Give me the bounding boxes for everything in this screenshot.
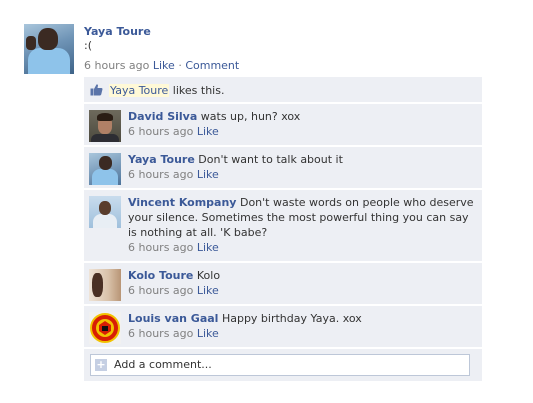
post-like-link[interactable]: Like — [153, 59, 175, 72]
comment-item: Vincent Kompany Don't waste words on peo… — [84, 190, 482, 261]
comment-timestamp: 6 hours ago — [128, 168, 194, 181]
comment-meta: 6 hours ago Like — [128, 167, 476, 182]
comment-text: Kolo — [196, 269, 221, 282]
commenter-avatar[interactable] — [89, 269, 121, 301]
comment-meta: 6 hours ago Like — [128, 326, 476, 341]
post-author-name[interactable]: Yaya Toure — [84, 25, 151, 38]
commenter-avatar[interactable] — [89, 110, 121, 142]
comment-text: Happy birthday Yaya. xox — [221, 312, 362, 325]
comment-text: wats up, hun? xox — [200, 110, 301, 123]
add-icon: + — [95, 358, 107, 371]
comment-like-link[interactable]: Like — [197, 327, 219, 340]
add-comment-placeholder: Add a comment... — [114, 358, 212, 371]
add-comment-row: + Add a comment... — [84, 349, 482, 381]
commenter-name-link[interactable]: David Silva — [128, 110, 197, 123]
commenter-name-link[interactable]: Vincent Kompany — [128, 196, 236, 209]
comments-section: Yaya Toure likes this. David Silva wats … — [84, 77, 482, 381]
comment-item: Louis van Gaal Happy birthday Yaya. xox … — [84, 306, 482, 347]
post-avatar[interactable] — [24, 24, 74, 74]
commenter-avatar[interactable] — [89, 153, 121, 185]
likes-row: Yaya Toure likes this. — [84, 77, 482, 102]
club-crest-avatar[interactable] — [89, 312, 121, 344]
comment-like-link[interactable]: Like — [197, 125, 219, 138]
comment-item: David Silva wats up, hun? xox 6 hours ag… — [84, 104, 482, 145]
post-comment-link[interactable]: Comment — [185, 59, 239, 72]
commenter-name-link[interactable]: Yaya Toure — [128, 153, 195, 166]
likes-suffix: likes this. — [172, 84, 225, 97]
club-crest-icon — [90, 313, 120, 343]
thumbs-up-icon — [90, 84, 103, 96]
comment-timestamp: 6 hours ago — [128, 327, 194, 340]
post-status-text: :( — [84, 39, 92, 52]
add-comment-input[interactable]: + Add a comment... — [90, 354, 470, 376]
liker-name-link[interactable]: Yaya Toure — [109, 84, 170, 97]
post-meta: 6 hours ago Like · Comment — [84, 59, 239, 72]
commenter-name-link[interactable]: Kolo Toure — [128, 269, 193, 282]
commenter-name-link[interactable]: Louis van Gaal — [128, 312, 218, 325]
comment-item: Kolo Toure Kolo 6 hours ago Like — [84, 263, 482, 304]
comment-timestamp: 6 hours ago — [128, 241, 194, 254]
commenter-avatar[interactable] — [89, 196, 121, 228]
comment-timestamp: 6 hours ago — [128, 125, 194, 138]
post-timestamp: 6 hours ago — [84, 59, 150, 72]
comment-meta: 6 hours ago Like — [128, 240, 476, 255]
comment-like-link[interactable]: Like — [197, 241, 219, 254]
comment-text: Don't want to talk about it — [198, 153, 343, 166]
comment-timestamp: 6 hours ago — [128, 284, 194, 297]
comment-meta: 6 hours ago Like — [128, 124, 476, 139]
comment-like-link[interactable]: Like — [197, 284, 219, 297]
comment-like-link[interactable]: Like — [197, 168, 219, 181]
comment-item: Yaya Toure Don't want to talk about it 6… — [84, 147, 482, 188]
comment-meta: 6 hours ago Like — [128, 283, 476, 298]
likes-text: Yaya Toure likes this. — [109, 84, 224, 97]
meta-separator: · — [178, 59, 182, 72]
